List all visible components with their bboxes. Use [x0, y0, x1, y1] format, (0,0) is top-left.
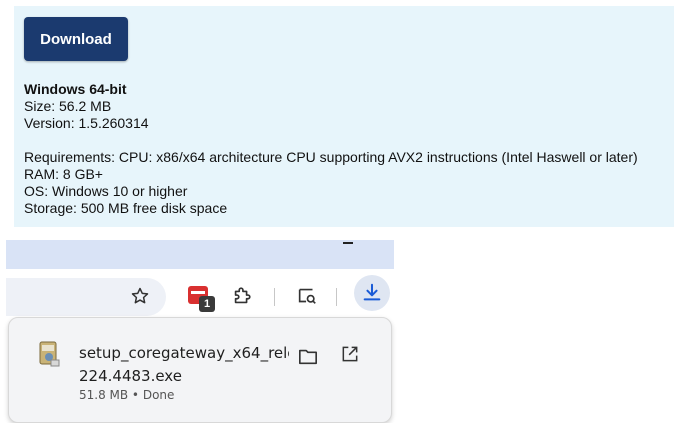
download-card: Download Windows 64-bit Size: 56.2 MB Ve… [14, 6, 674, 227]
download-info: Windows 64-bit Size: 56.2 MB Version: 1.… [24, 81, 638, 217]
extension-red-icon[interactable]: 1 [188, 284, 216, 312]
puzzle-icon[interactable] [231, 285, 253, 307]
installer-file-icon [37, 340, 61, 368]
requirements-storage: Storage: 500 MB free disk space [24, 200, 228, 216]
download-bubble: setup_coregateway_x64_rele 224.4483.exe … [8, 317, 392, 423]
minimize-icon[interactable] [343, 242, 353, 244]
size-label: Size: 56.2 MB [24, 98, 112, 114]
browser-tab-strip [6, 240, 394, 269]
download-filename-cont[interactable]: 224.4483.exe [79, 365, 182, 388]
requirements-os: OS: Windows 10 or higher [24, 183, 188, 199]
open-file-icon[interactable] [340, 344, 360, 364]
download-button[interactable]: Download [24, 17, 128, 61]
bookmark-star-icon[interactable] [129, 285, 151, 307]
platform-label: Windows 64-bit [24, 81, 127, 97]
toolbar-divider [336, 288, 337, 306]
download-status: 51.8 MB • Done [79, 388, 175, 402]
download-icon[interactable] [354, 275, 390, 311]
show-in-folder-icon[interactable] [297, 346, 319, 366]
extension-badge: 1 [199, 296, 215, 312]
browser-toolbar: 1 [6, 272, 394, 316]
toolbar-divider [274, 288, 275, 306]
download-filename[interactable]: setup_coregateway_x64_rele [79, 342, 289, 365]
lens-icon[interactable] [296, 285, 318, 307]
requirements-cpu: Requirements: CPU: x86/x64 architecture … [24, 149, 638, 165]
requirements-ram: RAM: 8 GB+ [24, 166, 103, 182]
version-label: Version: 1.5.260314 [24, 115, 149, 131]
